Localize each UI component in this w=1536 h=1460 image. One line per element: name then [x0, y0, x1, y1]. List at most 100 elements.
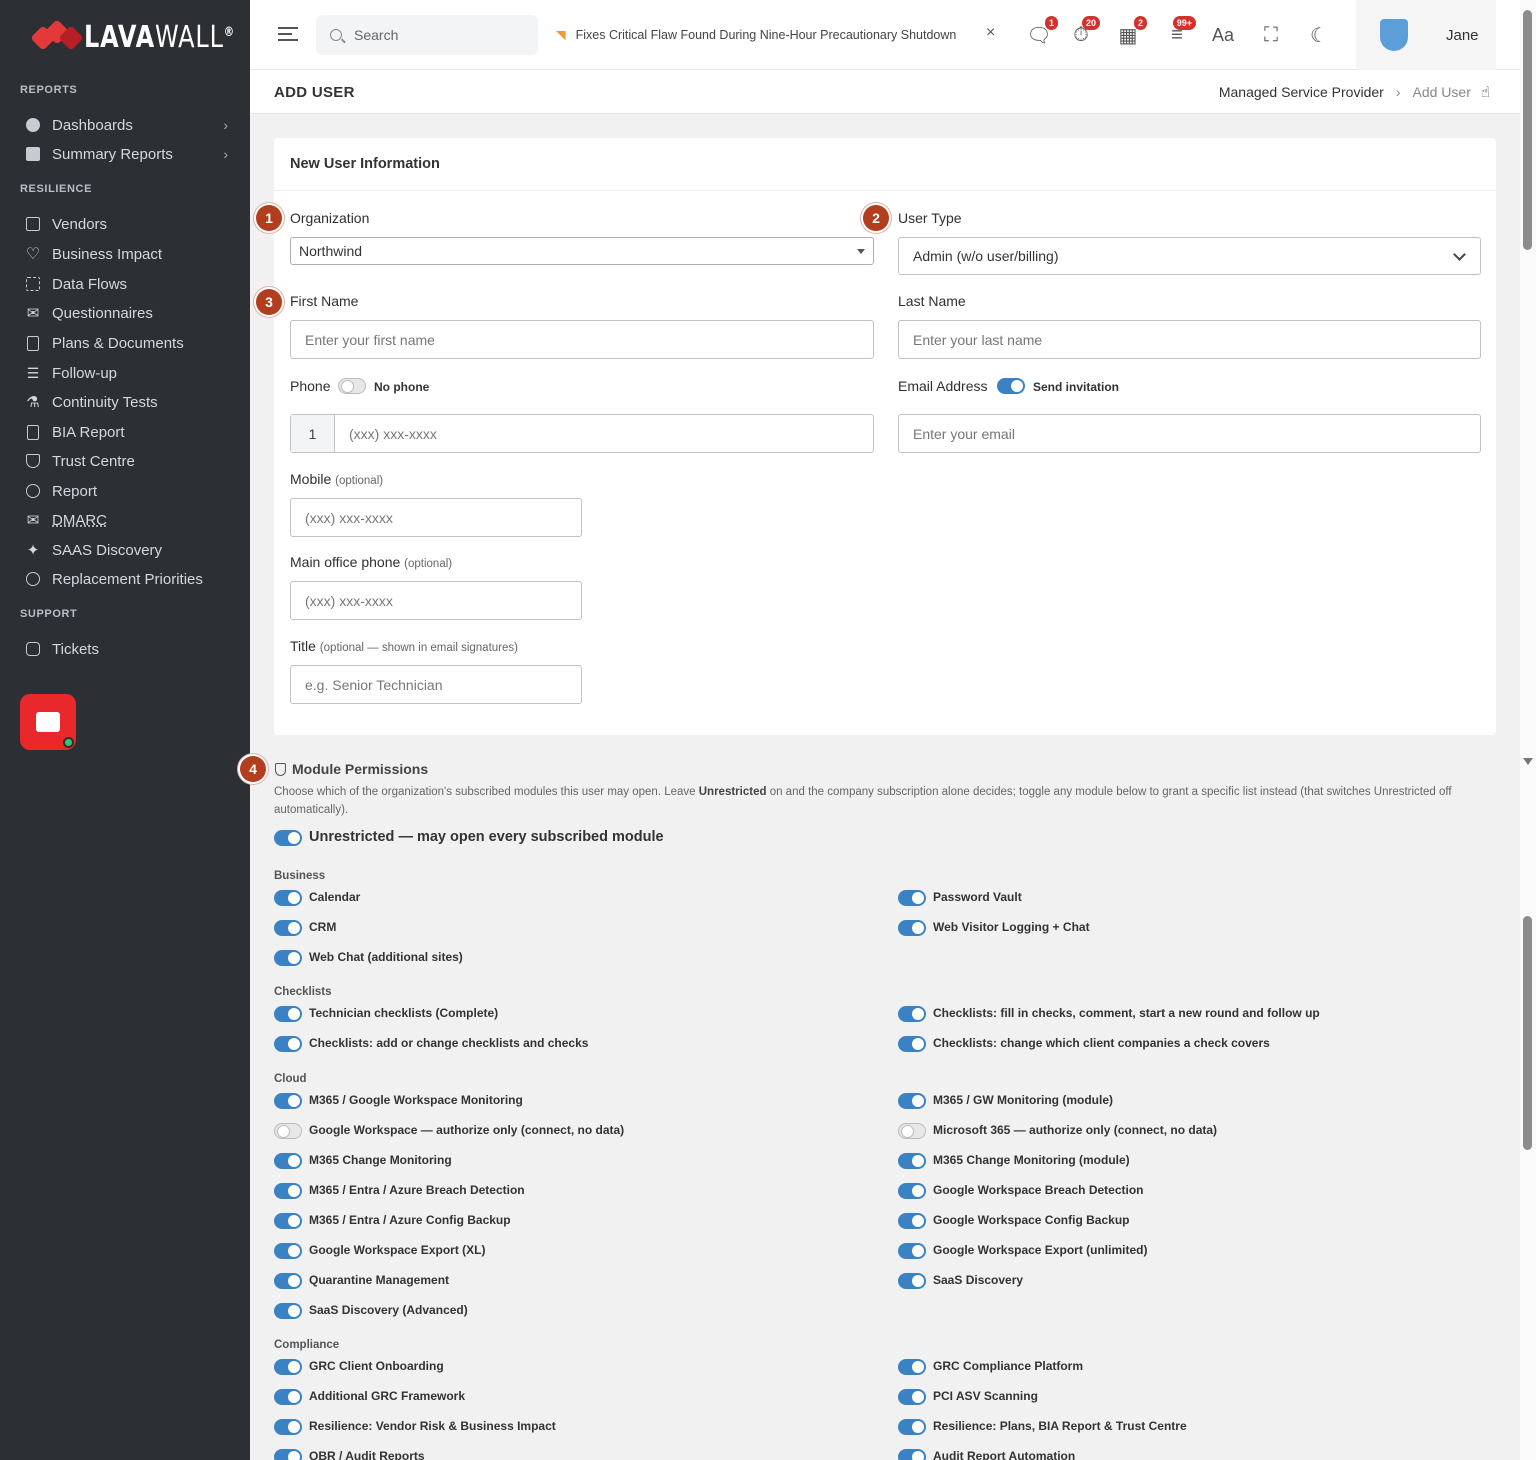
scrollbar-thumb[interactable] — [1523, 10, 1532, 250]
sidebar-item-business-impact[interactable]: ♡ Business Impact — [22, 241, 232, 267]
module-toggle[interactable] — [274, 950, 302, 966]
module-label: Resilience: Plans, BIA Report & Trust Ce… — [933, 1419, 1187, 1433]
module-toggle[interactable] — [274, 1273, 302, 1289]
sidebar-item-plans-documents[interactable]: Plans & Documents — [22, 330, 232, 356]
module-toggle[interactable] — [898, 1389, 926, 1405]
module-toggle[interactable] — [274, 1359, 302, 1375]
office-phone-input[interactable]: (xxx) xxx-xxxx — [290, 581, 582, 620]
sidebar-item-dashboards[interactable]: Dashboards › — [22, 112, 232, 138]
sidebar-item-tickets[interactable]: Tickets — [22, 636, 232, 662]
phone-input[interactable]: 1 (xxx) xxx-xxxx — [290, 414, 874, 453]
module-toggle[interactable] — [274, 1153, 302, 1169]
search-input[interactable]: Search — [316, 15, 538, 55]
sidebar-item-report[interactable]: Report — [22, 478, 232, 504]
feeds-button[interactable]: ≡ 99+ — [1162, 16, 1196, 50]
module-toggle[interactable] — [898, 1243, 926, 1259]
module-label: Google Workspace Export (unlimited) — [933, 1243, 1148, 1257]
module-toggle[interactable] — [898, 1036, 926, 1052]
module-toggle[interactable] — [274, 1449, 302, 1460]
module-toggle[interactable] — [898, 1093, 926, 1109]
module-toggle[interactable] — [274, 1419, 302, 1435]
font-size-icon: Aa — [1211, 24, 1235, 45]
inner-scrollbar-thumb[interactable] — [1523, 916, 1532, 1150]
module-label: Checklists: fill in checks, comment, sta… — [933, 1006, 1320, 1020]
avatar-shield-icon — [1380, 19, 1408, 51]
mobile-input[interactable]: (xxx) xxx-xxxx — [290, 498, 582, 537]
module-toggle[interactable] — [274, 1006, 302, 1022]
last-name-input[interactable]: Enter your last name — [898, 320, 1481, 359]
sidebar-item-data-flows[interactable]: Data Flows — [22, 271, 232, 297]
live-chat-button[interactable] — [20, 694, 76, 750]
title-label: Title (optional — shown in email signatu… — [290, 638, 518, 654]
module-toggle[interactable] — [898, 1123, 926, 1139]
send-invitation-toggle[interactable] — [997, 378, 1025, 394]
user-name: Jane — [1446, 26, 1479, 44]
sidebar-item-replacement-priorities[interactable]: Replacement Priorities — [22, 566, 232, 592]
module-toggle[interactable] — [898, 1273, 926, 1289]
heart-pulse-icon: ♡ — [25, 246, 41, 263]
brand-logo[interactable]: LAVAWALL® — [30, 18, 273, 56]
breadcrumb-separator: › — [1395, 84, 1401, 100]
card-title: New User Information — [290, 156, 440, 172]
sidebar-item-follow-up[interactable]: ☰ Follow-up — [22, 360, 232, 386]
dark-mode-button[interactable]: ☾ — [1304, 20, 1334, 50]
messages-button[interactable]: 🗨︎ 1 — [1024, 16, 1058, 50]
module-toggle[interactable] — [898, 1359, 926, 1375]
rss-icon: ◥ — [556, 28, 566, 42]
module-toggle[interactable] — [898, 1183, 926, 1199]
caret-down-icon — [857, 249, 865, 254]
module-toggle[interactable] — [898, 890, 926, 906]
qr-badge: 2 — [1133, 16, 1147, 30]
module-toggle[interactable] — [898, 1213, 926, 1229]
module-toggle[interactable] — [274, 1183, 302, 1199]
sidebar-item-vendors[interactable]: Vendors — [22, 211, 232, 237]
sidebar-item-bia-report[interactable]: BIA Report — [22, 419, 232, 445]
unrestricted-toggle[interactable] — [274, 830, 302, 846]
sidebar-item-summary-reports[interactable]: Summary Reports › — [22, 141, 232, 167]
module-toggle[interactable] — [898, 920, 926, 936]
ticker-close-button[interactable]: × — [986, 24, 995, 42]
module-toggle[interactable] — [274, 1123, 302, 1139]
module-toggle[interactable] — [274, 1213, 302, 1229]
module-toggle[interactable] — [274, 1389, 302, 1405]
fullscreen-button[interactable]: ⛶ — [1256, 20, 1286, 50]
user-type-select[interactable]: Admin (w/o user/billing) — [898, 237, 1481, 275]
module-toggle[interactable] — [274, 1243, 302, 1259]
module-toggle[interactable] — [274, 890, 302, 906]
module-toggle[interactable] — [274, 1036, 302, 1052]
news-ticker[interactable]: ◥ Fixes Critical Flaw Found During Nine-H… — [556, 27, 1006, 42]
sidebar-item-dmarc[interactable]: ✉ DMARC — [22, 507, 232, 533]
sidebar-item-continuity-tests[interactable]: ⚗ Continuity Tests — [22, 389, 232, 415]
module-toggle[interactable] — [898, 1153, 926, 1169]
module-toggle[interactable] — [898, 1006, 926, 1022]
scroll-down-arrow[interactable] — [1523, 758, 1533, 765]
sidebar-item-questionnaires[interactable]: ✉ Questionnaires — [22, 300, 232, 326]
no-phone-toggle[interactable] — [338, 378, 366, 394]
font-size-button[interactable]: Aa — [1208, 20, 1238, 50]
module-toggle[interactable] — [274, 1093, 302, 1109]
organization-select[interactable]: Northwind — [290, 237, 874, 265]
sidebar-item-trust-centre[interactable]: Trust Centre — [22, 448, 232, 474]
messages-badge: 1 — [1044, 16, 1058, 30]
menu-toggle-icon[interactable] — [278, 27, 298, 43]
module-label: Google Workspace — authorize only (conne… — [309, 1123, 625, 1137]
module-toggle[interactable] — [274, 1303, 302, 1319]
module-label: Quarantine Management — [309, 1273, 450, 1287]
qr-button[interactable]: ▦ 2 — [1113, 16, 1147, 50]
magnify-report-icon — [22, 482, 44, 500]
phone-country-code[interactable]: 1 — [291, 415, 335, 452]
email-input[interactable]: Enter your email — [898, 414, 1481, 453]
user-menu[interactable]: Jane — [1356, 0, 1496, 70]
module-toggle[interactable] — [898, 1449, 926, 1460]
title-input[interactable]: e.g. Senior Technician — [290, 665, 582, 704]
module-toggle[interactable] — [274, 920, 302, 936]
alerts-button[interactable]: ⏱︎ 20 — [1066, 16, 1100, 50]
module-toggle[interactable] — [898, 1419, 926, 1435]
module-group-heading: Checklists — [274, 986, 332, 998]
breadcrumb-msp-link[interactable]: Managed Service Provider — [1219, 84, 1384, 100]
ticket-icon — [22, 640, 44, 658]
chevron-right-icon: › — [223, 117, 228, 133]
list-check-icon: ☰ — [26, 364, 40, 381]
sidebar-item-saas-discovery[interactable]: ✦ SAAS Discovery — [22, 537, 232, 563]
first-name-input[interactable]: Enter your first name — [290, 320, 874, 359]
